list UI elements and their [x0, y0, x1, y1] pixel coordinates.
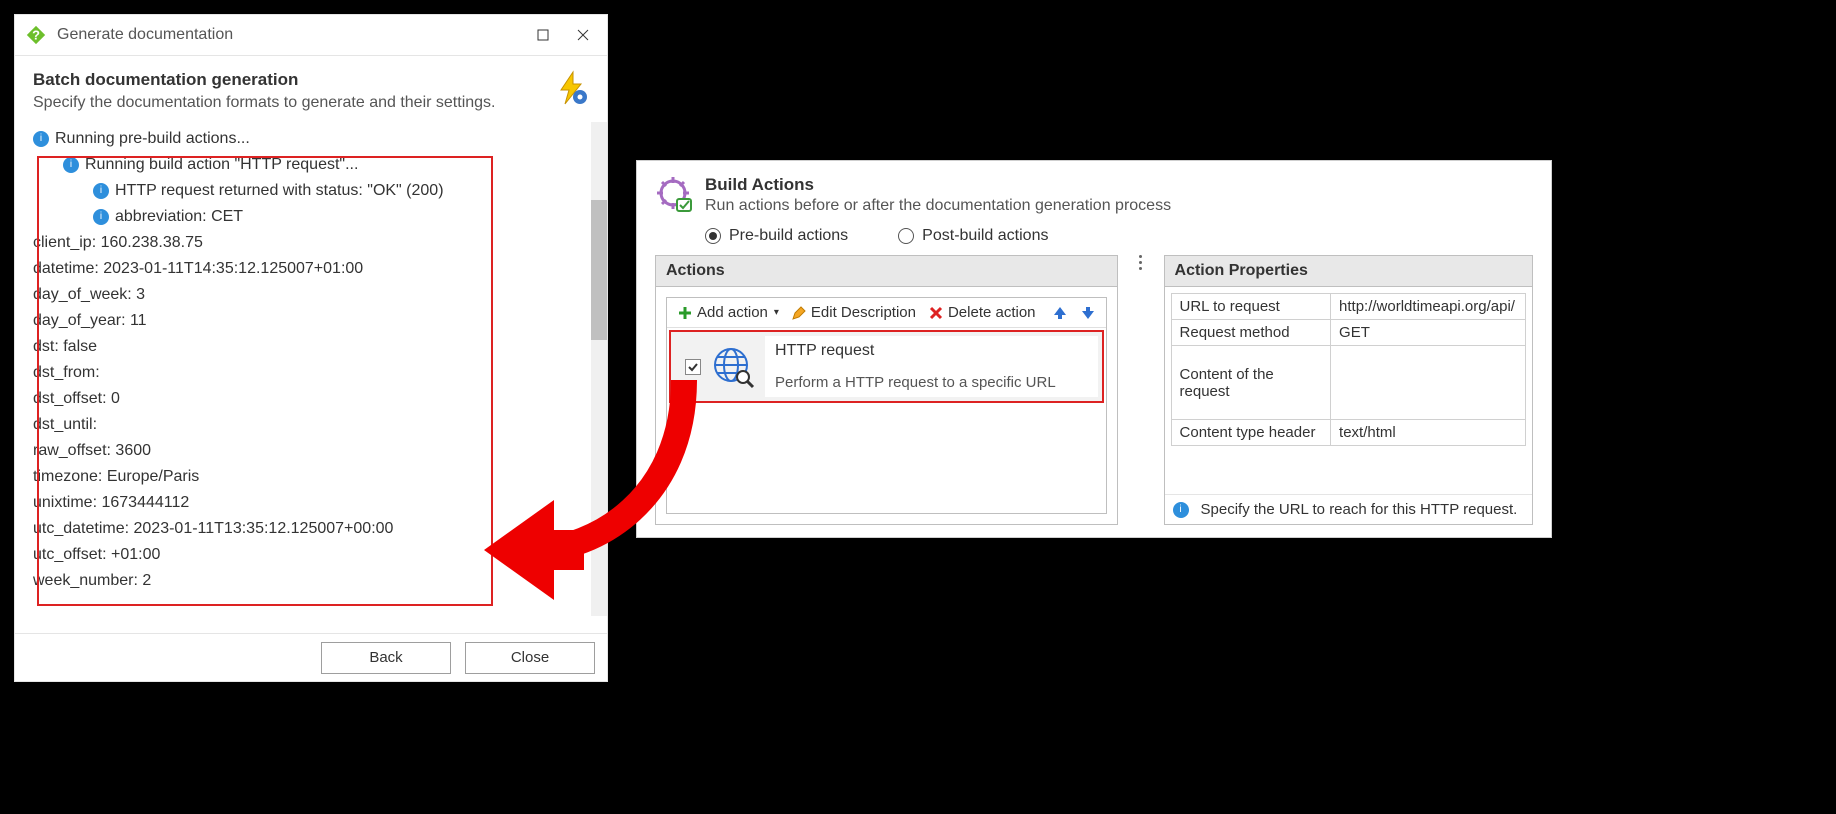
action-enabled-checkbox[interactable] [685, 359, 701, 375]
back-button[interactable]: Back [321, 642, 451, 674]
pencil-icon [791, 305, 807, 321]
log-output-area: iRunning pre-build actions... iRunning b… [15, 122, 607, 616]
app-icon: ? [25, 24, 47, 46]
minimize-button[interactable] [523, 15, 563, 55]
log-line: raw_offset: 3600 [33, 438, 595, 464]
actions-panel: Actions Add action ▾ Edit Description [655, 255, 1118, 525]
log-line: datetime: 2023-01-11T14:35:12.125007+01:… [33, 256, 595, 282]
build-actions-panel: Build Actions Run actions before or afte… [636, 160, 1552, 538]
prop-value-content[interactable] [1331, 346, 1526, 420]
prop-row-content: Content of the request [1171, 346, 1525, 420]
log-line: iRunning pre-build actions... [33, 126, 595, 152]
titlebar: ? Generate documentation [15, 15, 607, 56]
properties-hint: i Specify the URL to reach for this HTTP… [1165, 494, 1532, 524]
header-title: Batch documentation generation [33, 70, 543, 90]
pre-build-radio[interactable]: Pre-build actions [705, 227, 848, 245]
dialog-header: Batch documentation generation Specify t… [15, 56, 607, 122]
action-description: Perform a HTTP request to a specific URL [775, 374, 1088, 391]
log-line: iabbreviation: CET [33, 204, 595, 230]
log-line: unixtime: 1673444112 [33, 490, 595, 516]
edit-description-button[interactable]: Edit Description [787, 302, 920, 323]
log-line: dst: false [33, 334, 595, 360]
properties-table: URL to requesthttp://worldtimeapi.org/ap… [1171, 293, 1526, 446]
action-item-http-request[interactable]: HTTP request Perform a HTTP request to a… [669, 330, 1104, 403]
move-up-button[interactable] [1048, 303, 1072, 323]
arrow-up-icon [1052, 305, 1068, 321]
prop-value-method[interactable]: GET [1331, 320, 1526, 346]
plus-icon [677, 305, 693, 321]
scrollbar-track[interactable] [591, 122, 607, 616]
log-line: iHTTP request returned with status: "OK"… [33, 178, 595, 204]
log-line: dst_until: [33, 412, 595, 438]
info-icon: i [33, 131, 49, 147]
prop-row-content-type: Content type headertext/html [1171, 420, 1525, 446]
scrollbar-thumb[interactable] [591, 200, 607, 340]
action-properties-title: Action Properties [1165, 256, 1532, 287]
globe-search-icon [711, 345, 755, 389]
log-line: dst_offset: 0 [33, 386, 595, 412]
actions-panel-title: Actions [656, 256, 1117, 287]
prop-value-url[interactable]: http://worldtimeapi.org/api/ [1331, 294, 1526, 320]
action-name: HTTP request [775, 342, 1088, 360]
info-icon: i [93, 183, 109, 199]
actions-list: HTTP request Perform a HTTP request to a… [667, 328, 1106, 513]
close-button[interactable]: Close [465, 642, 595, 674]
info-icon: i [63, 157, 79, 173]
log-line: iRunning build action "HTTP request"... [33, 152, 595, 178]
post-build-radio[interactable]: Post-build actions [898, 227, 1048, 245]
add-action-button[interactable]: Add action ▾ [673, 302, 783, 323]
log-line: day_of_year: 11 [33, 308, 595, 334]
log-line: timezone: Europe/Paris [33, 464, 595, 490]
build-actions-header: Build Actions Run actions before or afte… [655, 175, 1533, 215]
build-actions-radios: Pre-build actions Post-build actions [705, 227, 1533, 245]
lightning-gear-icon [553, 70, 589, 111]
close-button[interactable] [563, 15, 603, 55]
gear-check-icon [655, 175, 695, 215]
dialog-title: Generate documentation [57, 26, 523, 44]
log-line: dst_from: [33, 360, 595, 386]
delete-icon [928, 305, 944, 321]
log-line: day_of_week: 3 [33, 282, 595, 308]
log-line: utc_datetime: 2023-01-11T13:35:12.125007… [33, 516, 595, 542]
dialog-footer: Back Close [15, 633, 607, 681]
prop-row-method: Request methodGET [1171, 320, 1525, 346]
svg-text:?: ? [32, 28, 40, 43]
actions-toolbar: Add action ▾ Edit Description Delete act… [667, 298, 1106, 328]
prop-row-url: URL to requesthttp://worldtimeapi.org/ap… [1171, 294, 1525, 320]
generate-documentation-dialog: ? Generate documentation Batch documenta… [14, 14, 608, 682]
build-actions-title: Build Actions [705, 175, 1171, 195]
radio-icon [898, 228, 914, 244]
log-line: client_ip: 160.238.38.75 [33, 230, 595, 256]
build-actions-subtitle: Run actions before or after the document… [705, 197, 1171, 215]
prop-value-content-type[interactable]: text/html [1331, 420, 1526, 446]
radio-icon [705, 228, 721, 244]
move-down-button[interactable] [1076, 303, 1100, 323]
header-subtitle: Specify the documentation formats to gen… [33, 94, 543, 112]
info-icon: i [1173, 502, 1189, 518]
log-line: utc_offset: +01:00 [33, 542, 595, 568]
action-properties-panel: Action Properties URL to requesthttp://w… [1164, 255, 1533, 525]
info-icon: i [93, 209, 109, 225]
log-line: week_number: 2 [33, 568, 595, 594]
delete-action-button[interactable]: Delete action [924, 302, 1040, 323]
chevron-down-icon: ▾ [774, 307, 779, 318]
arrow-down-icon [1080, 305, 1096, 321]
splitter-handle[interactable] [1136, 255, 1146, 270]
